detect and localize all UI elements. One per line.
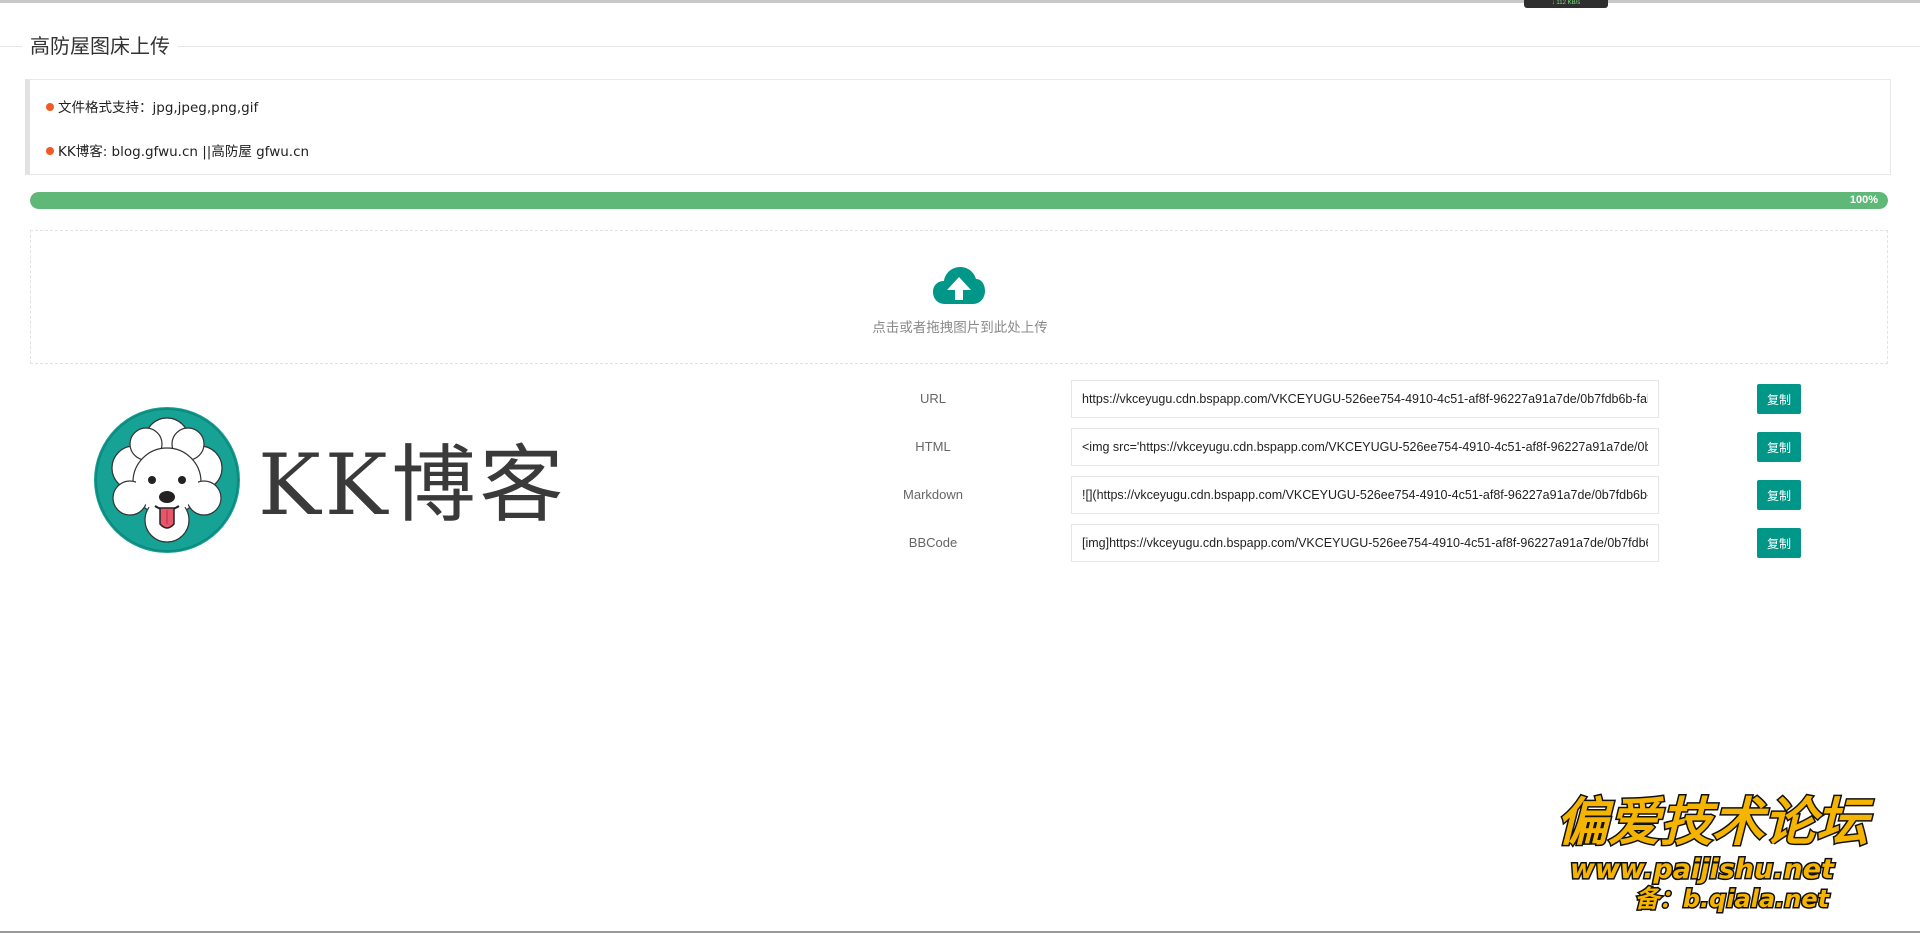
poodle-logo-icon [94, 407, 240, 553]
copy-bbcode-button[interactable]: 复制 [1757, 528, 1801, 558]
title-divider [0, 46, 1920, 47]
progress-label: 100% [1849, 194, 1878, 206]
preview-brand-text: KK博客 [258, 436, 568, 534]
window-top-edge [0, 0, 1920, 3]
watermark-title: 偏爱技术论坛 [1556, 793, 1874, 853]
bbcode-label: BBCode [908, 535, 958, 550]
notice-blog-text: KK博客: blog.gfwu.cn ||高防屋 gfwu.cn [58, 144, 310, 160]
copy-html-button[interactable]: 复制 [1757, 432, 1801, 462]
progress-fill [30, 192, 1888, 209]
url-label: URL [919, 391, 946, 406]
url-field[interactable] [1071, 380, 1659, 418]
notice-block: 文件格式支持：jpg,jpeg,png,gif KK博客: blog.gfwu.… [25, 79, 1891, 175]
copy-markdown-button[interactable]: 复制 [1757, 480, 1801, 510]
watermark-url: www.paijishu.net [1570, 854, 1835, 885]
bullet-dot-icon [46, 147, 54, 155]
notice-line-formats: 文件格式支持：jpg,jpeg,png,gif [46, 96, 258, 116]
bullet-dot-icon [46, 103, 54, 111]
upload-progress-bar: 100% [30, 192, 1888, 209]
notice-line-blog: KK博客: blog.gfwu.cn ||高防屋 gfwu.cn [46, 140, 309, 160]
uploaded-image-preview: KK博客 [94, 407, 568, 553]
cloud-upload-icon[interactable] [932, 266, 986, 306]
html-field[interactable] [1071, 428, 1659, 466]
dropzone-hint: 点击或者拖拽图片到此处上传 [872, 320, 1048, 336]
notice-formats-text: 文件格式支持：jpg,jpeg,png,gif [58, 100, 259, 116]
page-title: 高防屋图床上传 [22, 30, 178, 59]
copy-url-button[interactable]: 复制 [1757, 384, 1801, 414]
bbcode-field[interactable] [1071, 524, 1659, 562]
forum-watermark: 偏爱技术论坛 www.paijishu.net 备：b.qiala.net [1554, 792, 1875, 915]
network-speed-tag: ↓ 112 KB/s [1524, 0, 1608, 8]
markdown-field[interactable] [1071, 476, 1659, 514]
watermark-icp: 备：b.qiala.net [1635, 885, 1831, 913]
markdown-label: Markdown [903, 487, 963, 502]
html-label: HTML [915, 439, 951, 454]
